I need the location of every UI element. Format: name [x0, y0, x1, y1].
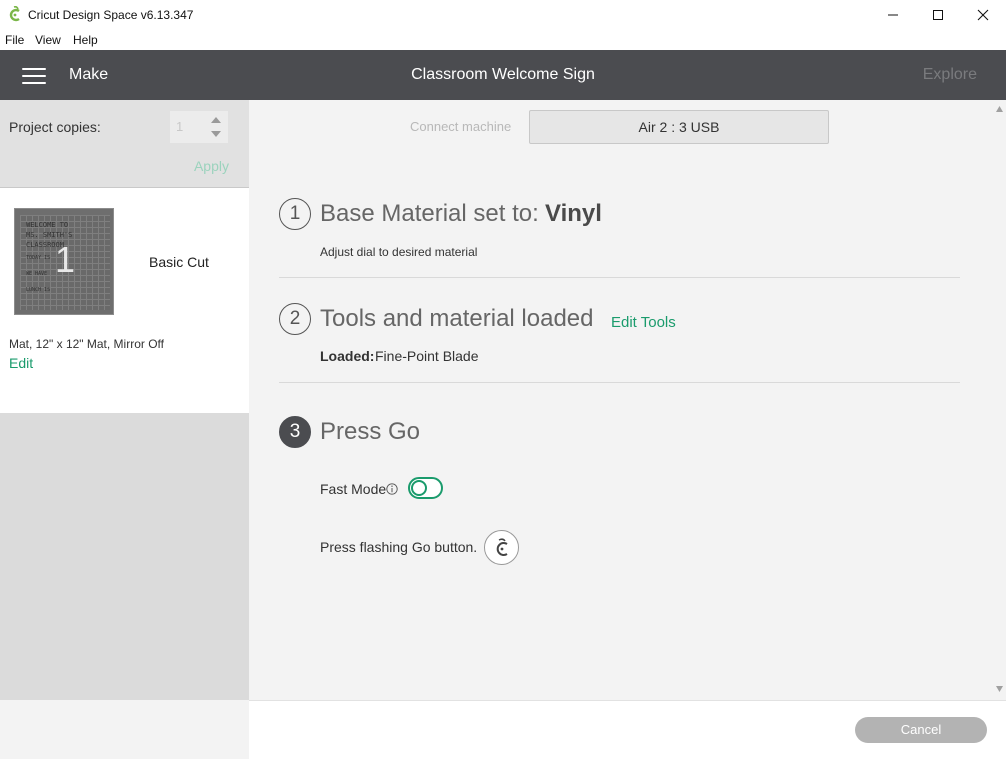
step-1-number: 1 — [279, 198, 311, 230]
mat-cut-type: Basic Cut — [149, 254, 209, 270]
step-1-title: Base Material set to: — [320, 200, 539, 227]
mat-text-line: LUNCH IS — [26, 287, 51, 293]
step-3-number: 3 — [279, 416, 311, 448]
scrollbar[interactable] — [993, 100, 1006, 700]
base-material-value: Vinyl — [545, 200, 602, 227]
project-copies-panel: Project copies: 1 Apply — [0, 100, 249, 188]
project-copies-label: Project copies: — [9, 119, 101, 135]
loaded-label: Loaded: — [320, 348, 375, 364]
go-button-icon — [484, 530, 519, 565]
spin-down-button[interactable] — [208, 127, 224, 141]
maximize-button[interactable] — [915, 0, 961, 30]
menu-bar: File View Help — [0, 30, 1006, 50]
mat-number: 1 — [54, 239, 76, 280]
menu-file[interactable]: File — [5, 33, 24, 47]
mat-thumbnail[interactable]: WELCOME TO MS. SMITH'S CLASSROOM TODAY I… — [14, 208, 114, 315]
mat-card[interactable]: WELCOME TO MS. SMITH'S CLASSROOM TODAY I… — [0, 188, 249, 413]
spin-up-button[interactable] — [208, 113, 224, 127]
minimize-button[interactable] — [870, 0, 916, 30]
maximize-icon — [933, 10, 943, 20]
connect-machine-label: Connect machine — [410, 119, 512, 134]
fast-mode-label: Fast Mode — [320, 481, 387, 497]
mat-edit-link[interactable]: Edit — [9, 355, 33, 371]
step-1-hint: Adjust dial to desired material — [320, 245, 478, 259]
project-copies-value[interactable]: 1 — [176, 119, 183, 134]
chevron-up-icon — [211, 117, 221, 123]
press-go-label: Press flashing Go button. — [320, 539, 478, 555]
minimize-icon — [888, 14, 898, 16]
toggle-knob — [411, 480, 427, 496]
chevron-down-icon — [211, 131, 221, 137]
loaded-tool: Fine-Point Blade — [375, 348, 479, 364]
mat-text-line: WELCOME TO — [26, 221, 69, 229]
step-3-title: Press Go — [320, 418, 421, 445]
step-2-number: 2 — [279, 303, 311, 335]
apply-button[interactable]: Apply — [194, 158, 229, 174]
sidebar-empty-area — [0, 413, 249, 700]
divider — [279, 382, 960, 383]
window-title: Cricut Design Space v6.13.347 — [28, 8, 194, 22]
mat-text-line: MS. SMITH'S — [26, 231, 73, 239]
close-icon — [977, 9, 989, 21]
machine-select-button[interactable]: Air 2 : 3 USB — [529, 110, 829, 144]
explore-button[interactable]: Explore — [923, 66, 977, 84]
info-icon[interactable] — [386, 483, 398, 495]
divider — [279, 277, 960, 278]
cricut-go-icon — [496, 538, 508, 556]
scroll-down-icon[interactable] — [996, 686, 1003, 692]
edit-tools-link[interactable]: Edit Tools — [611, 314, 676, 331]
scroll-up-icon[interactable] — [996, 106, 1003, 112]
menu-help[interactable]: Help — [73, 33, 98, 47]
cancel-button[interactable]: Cancel — [855, 717, 987, 743]
close-button[interactable] — [960, 0, 1006, 30]
menu-view[interactable]: View — [35, 33, 61, 47]
app-header: Make Classroom Welcome Sign Explore — [0, 50, 1006, 100]
project-copies-stepper[interactable]: 1 — [170, 111, 228, 143]
project-title: Classroom Welcome Sign — [411, 66, 595, 83]
step-2-title: Tools and material loaded — [320, 305, 594, 332]
mat-description: Mat, 12" x 12" Mat, Mirror Off — [9, 337, 165, 351]
cricut-logo-icon — [9, 6, 20, 22]
sidebar-footer — [0, 700, 249, 759]
main-panel — [249, 100, 993, 700]
title-bar: Cricut Design Space v6.13.347 — [0, 0, 1006, 30]
fast-mode-toggle[interactable] — [408, 477, 443, 499]
